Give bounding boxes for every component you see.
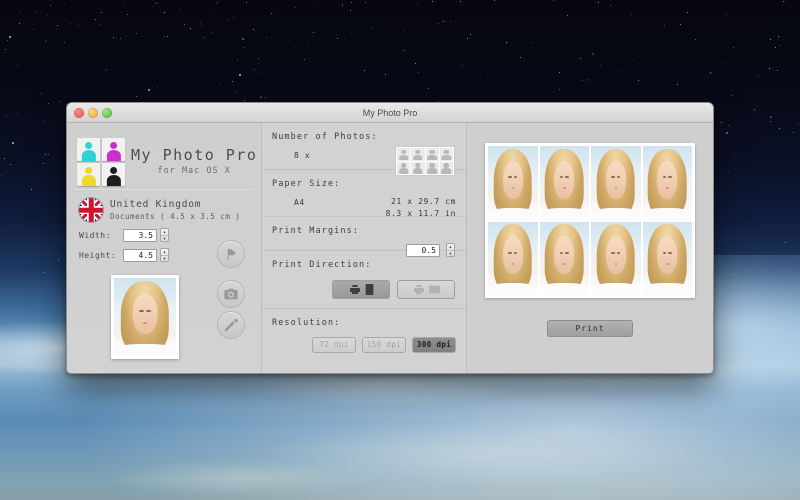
height-input[interactable]: 4.5 [123, 249, 157, 262]
preview-photo [540, 222, 590, 296]
printer-icon [349, 284, 361, 296]
number-of-photos-heading: Number of Photos: [272, 132, 466, 142]
app-logo-icon [77, 138, 125, 186]
flag-icon [224, 247, 239, 262]
print-direction-options [272, 280, 466, 299]
app-title: My Photo Pro [131, 147, 257, 164]
print-margins-heading: Print Margins: [272, 226, 466, 236]
landscape-page-icon [429, 285, 440, 294]
paper-size-metric: 21 x 29.7 cm [386, 196, 456, 208]
portrait-image [114, 278, 176, 356]
number-of-photos-value: 8 x [294, 151, 310, 160]
width-input[interactable]: 3.5 [123, 229, 157, 242]
country-description: Documents ( 4.5 x 3.5 cm ) [110, 212, 240, 221]
section-print-direction: Print Direction: [262, 251, 466, 309]
resolution-heading: Resolution: [272, 318, 466, 328]
brand-header: My Photo Pro for Mac OS X [67, 123, 261, 187]
preview-photo [643, 222, 693, 296]
paper-size-value: A4 [294, 198, 305, 207]
print-direction-portrait-button[interactable] [332, 280, 390, 299]
window-controls[interactable] [74, 108, 112, 118]
flag-button[interactable] [217, 240, 245, 268]
resolution-300-button[interactable]: 300 dpi [412, 337, 456, 353]
brand-text: My Photo Pro for Mac OS X [131, 147, 257, 177]
preview-photo [591, 222, 641, 296]
country-row[interactable]: United Kingdom Documents ( 4.5 x 3.5 cm … [67, 190, 261, 222]
resolution-72-button[interactable]: 72 dpi [312, 337, 356, 353]
print-direction-landscape-button[interactable] [397, 280, 455, 299]
preview-photo [540, 146, 590, 220]
section-paper-size: Paper Size: A4 21 x 29.7 cm 8.3 x 11.7 i… [262, 170, 466, 217]
logo-cell-cyan [77, 138, 100, 161]
app-window: My Photo Pro My Photo Pro for Mac OS X U… [66, 102, 714, 374]
print-direction-heading: Print Direction: [272, 260, 466, 270]
country-name: United Kingdom [110, 199, 240, 210]
section-resolution: Resolution: 72 dpi 150 dpi 300 dpi [262, 309, 466, 362]
photo-preview[interactable] [111, 275, 179, 359]
height-label: Height: [79, 251, 123, 260]
print-button[interactable]: Print [547, 320, 633, 337]
preview-photo [643, 146, 693, 220]
preview-photo [591, 146, 641, 220]
section-print-margins: Print Margins: 0.5 ▲ ▼ [262, 217, 466, 251]
preview-photo [488, 222, 538, 296]
logo-cell-magenta [102, 138, 125, 161]
left-panel: My Photo Pro for Mac OS X United Kingdom [67, 123, 262, 374]
width-stepper[interactable]: ▲ ▼ [160, 228, 169, 242]
printer-icon [413, 284, 425, 296]
width-label: Width: [79, 231, 123, 240]
window-title: My Photo Pro [67, 103, 713, 123]
app-subtitle: for Mac OS X [131, 167, 257, 177]
portrait-page-icon [365, 284, 374, 295]
preview-panel: Print [467, 123, 713, 374]
height-stepper[interactable]: ▲ ▼ [160, 248, 169, 262]
minimize-button[interactable] [88, 108, 98, 118]
pen-icon [223, 317, 239, 333]
country-text: United Kingdom Documents ( 4.5 x 3.5 cm … [110, 199, 240, 221]
camera-icon [223, 286, 239, 302]
camera-button[interactable] [217, 280, 245, 308]
edit-button[interactable] [217, 311, 245, 339]
paper-size-heading: Paper Size: [272, 179, 466, 189]
preview-photo [488, 146, 538, 220]
window-titlebar[interactable]: My Photo Pro [67, 103, 713, 123]
print-sheet-preview[interactable] [485, 143, 695, 298]
logo-cell-yellow [77, 163, 100, 186]
close-button[interactable] [74, 108, 84, 118]
settings-panel: Number of Photos: 8 x Paper Size: A4 21 … [262, 123, 467, 374]
resolution-150-button[interactable]: 150 dpi [362, 337, 406, 353]
window-body: My Photo Pro for Mac OS X United Kingdom [67, 123, 713, 374]
uk-flag-icon [79, 198, 103, 222]
logo-cell-black [102, 163, 125, 186]
maximize-button[interactable] [102, 108, 112, 118]
section-number-of-photos: Number of Photos: 8 x [262, 123, 466, 170]
resolution-options: 72 dpi 150 dpi 300 dpi [272, 337, 466, 353]
desktop-wallpaper: My Photo Pro My Photo Pro for Mac OS X U… [0, 0, 800, 500]
